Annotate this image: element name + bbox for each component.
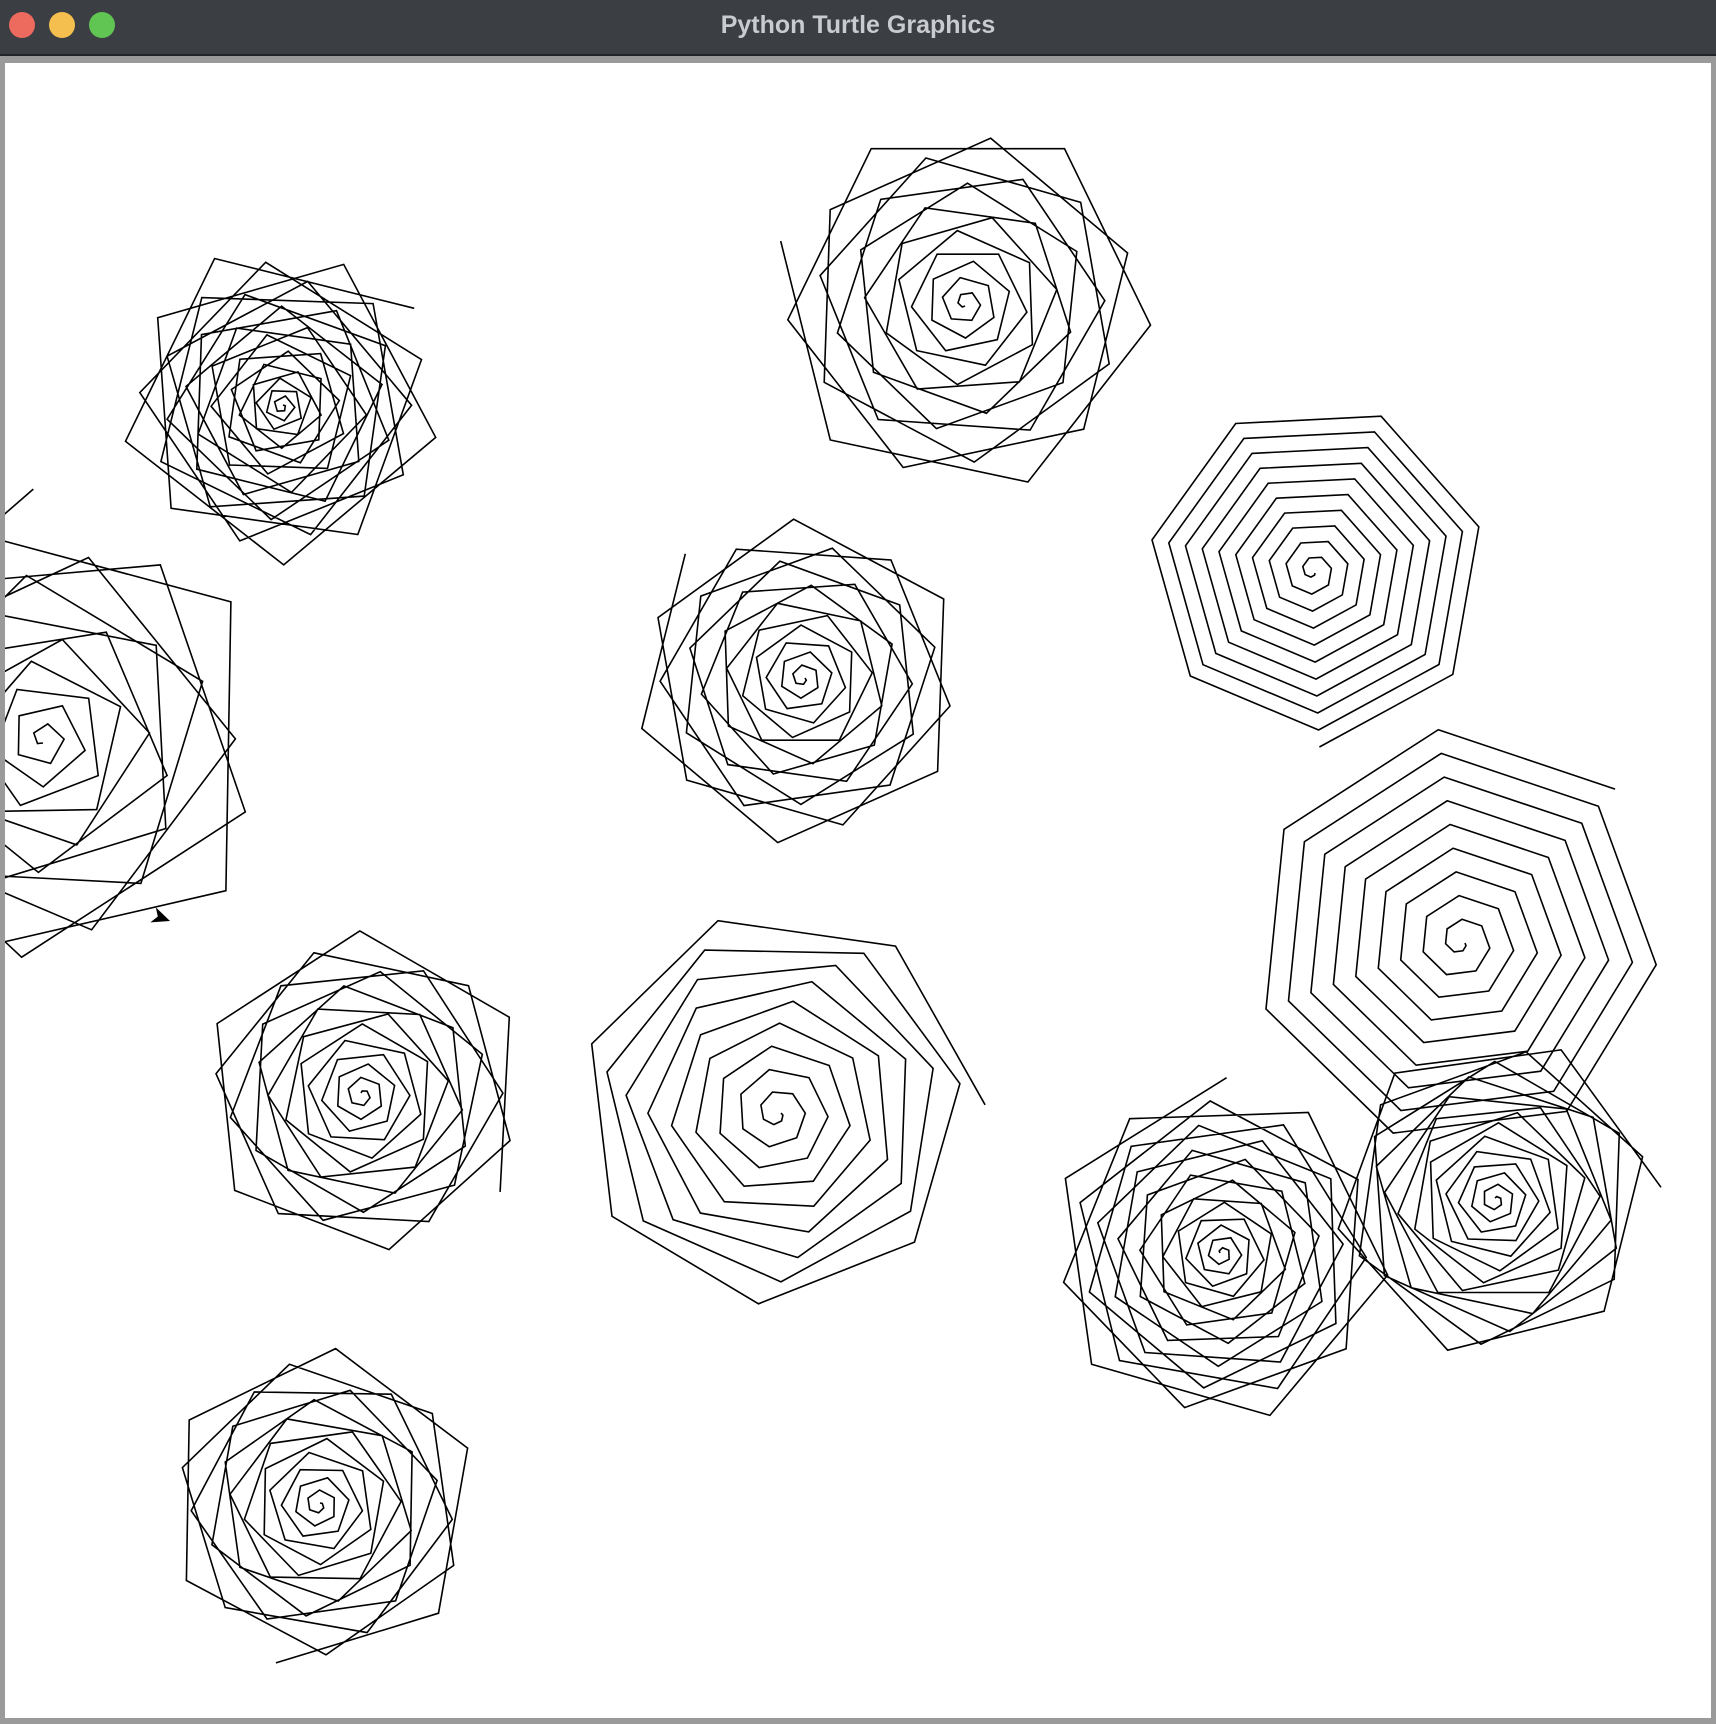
spiral-1 <box>124 257 437 566</box>
turtle-drawing <box>5 137 1662 1664</box>
spiral-7 <box>590 919 986 1305</box>
spiral-2 <box>779 137 1152 483</box>
spiral-8 <box>1265 728 1658 1134</box>
window-title: Python Turtle Graphics <box>720 11 996 39</box>
spiral-10 <box>1337 1048 1662 1352</box>
spiral-5 <box>1151 415 1480 748</box>
turtle-window: Python Turtle Graphics <box>0 0 1716 1724</box>
title-bar[interactable]: Python Turtle Graphics <box>0 0 1716 56</box>
drawing-canvas[interactable] <box>5 63 1711 1718</box>
arrow-turtle-icon <box>150 907 170 923</box>
spiral-11 <box>181 1347 469 1664</box>
spiral-6 <box>215 929 511 1251</box>
spiral-9 <box>1062 1077 1389 1417</box>
spiral-3 <box>5 488 247 959</box>
spiral-4 <box>640 518 951 844</box>
